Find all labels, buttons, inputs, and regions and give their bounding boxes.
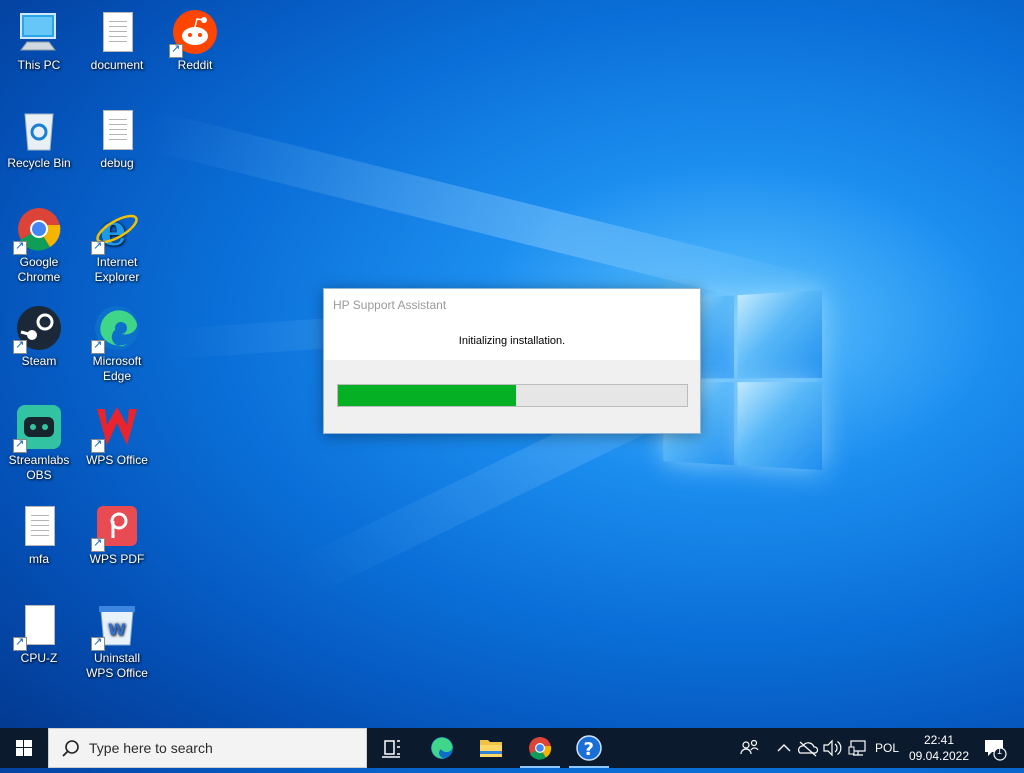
internet-explorer-icon: e	[91, 205, 141, 255]
notification-count: 1	[997, 746, 1003, 756]
action-center-button[interactable]: 1	[978, 728, 1012, 768]
edge-icon	[91, 304, 141, 354]
task-view-icon	[382, 740, 400, 758]
desktop-icon-reddit[interactable]: Reddit	[156, 8, 234, 73]
notification-icon	[985, 740, 1007, 761]
svg-text:W: W	[108, 620, 126, 639]
desktop-icon-microsoft-edge[interactable]: Microsoft Edge	[78, 304, 156, 384]
people-button[interactable]	[736, 728, 764, 768]
shortcut-arrow-icon	[91, 536, 105, 552]
chrome-icon	[529, 737, 552, 760]
dialog-title: HP Support Assistant	[333, 298, 447, 312]
shortcut-arrow-icon	[13, 338, 27, 354]
taskbar-search-box[interactable]: Type here to search	[48, 728, 367, 768]
onedrive-offline-icon	[798, 741, 819, 757]
shortcut-arrow-icon	[91, 338, 105, 354]
help-icon: ?	[576, 735, 602, 761]
blank-file-icon	[13, 601, 63, 651]
text-file-icon	[93, 8, 141, 56]
desktop-icon-recycle-bin[interactable]: Recycle Bin	[0, 106, 78, 171]
shortcut-arrow-icon	[169, 42, 183, 58]
shortcut-arrow-icon	[91, 635, 105, 651]
shortcut-arrow-icon	[13, 239, 27, 255]
desktop-icon-cpu-z[interactable]: CPU-Z	[0, 601, 78, 666]
search-placeholder: Type here to search	[89, 740, 213, 756]
dialog-message: Initializing installation.	[458, 335, 566, 347]
desktop-icon-wps-pdf[interactable]: WPS PDF	[78, 502, 156, 567]
desktop-icon-mfa[interactable]: mfa	[0, 502, 78, 567]
steam-icon	[13, 304, 63, 354]
desktop-icon-streamlabs-obs[interactable]: Streamlabs OBS	[0, 403, 78, 483]
volume-button[interactable]	[820, 728, 844, 768]
chrome-icon	[13, 205, 63, 255]
wps-pdf-icon	[91, 502, 141, 552]
start-button[interactable]	[0, 728, 48, 768]
text-file-icon	[15, 502, 63, 550]
taskbar-file-explorer[interactable]	[467, 728, 515, 768]
shortcut-arrow-icon	[91, 239, 105, 255]
desktop-icon-debug[interactable]: debug	[78, 106, 156, 171]
progress-fill	[338, 385, 516, 406]
shortcut-arrow-icon	[13, 635, 27, 651]
edge-icon	[431, 737, 453, 759]
windows-start-icon	[16, 740, 32, 756]
computer-icon	[15, 8, 63, 56]
taskbar-help[interactable]: ?	[565, 728, 613, 768]
wps-office-icon	[91, 403, 141, 453]
taskbar-google-chrome[interactable]	[516, 728, 564, 768]
people-icon	[740, 739, 759, 755]
reddit-icon	[169, 8, 219, 58]
clock-date: 09.04.2022	[908, 749, 970, 763]
hp-support-assistant-dialog[interactable]: HP Support Assistant Initializing instal…	[323, 288, 701, 434]
onedrive-button[interactable]	[796, 728, 820, 768]
chevron-up-icon	[777, 744, 791, 752]
network-button[interactable]	[846, 728, 870, 768]
desktop-icon-google-chrome[interactable]: Google Chrome	[0, 205, 78, 285]
folder-icon	[480, 740, 502, 757]
task-view-button[interactable]	[368, 728, 416, 768]
network-icon	[848, 740, 866, 756]
recycle-bin-icon	[15, 106, 63, 154]
search-icon	[62, 740, 79, 757]
taskbar-edge[interactable]	[418, 728, 466, 768]
shortcut-arrow-icon	[91, 437, 105, 453]
wps-uninstall-icon: W	[91, 601, 141, 651]
streamlabs-icon	[13, 403, 63, 453]
show-hidden-icons-button[interactable]	[774, 728, 794, 768]
text-file-icon	[93, 106, 141, 154]
desktop-icon-uninstall-wps-office[interactable]: W Uninstall WPS Office	[78, 601, 156, 681]
taskbar: Type here to search ? POL 22:41 09.04.20…	[0, 728, 1024, 768]
shortcut-arrow-icon	[13, 437, 27, 453]
speaker-icon	[823, 739, 842, 757]
input-language-button[interactable]: POL	[872, 728, 902, 768]
desktop-icon-document[interactable]: document	[78, 8, 156, 73]
clock-time: 22:41	[923, 733, 955, 747]
installation-progress-bar	[337, 384, 688, 407]
clock-button[interactable]: 22:41 09.04.2022	[906, 732, 972, 764]
desktop-icon-internet-explorer[interactable]: e Internet Explorer	[78, 205, 156, 285]
desktop-icon-wps-office[interactable]: WPS Office	[78, 403, 156, 468]
dialog-content-area: HP Support Assistant Initializing instal…	[324, 289, 700, 360]
svg-text:?: ?	[584, 739, 594, 760]
desktop-icon-this-pc[interactable]: This PC	[0, 8, 78, 73]
desktop-icon-steam[interactable]: Steam	[0, 304, 78, 369]
